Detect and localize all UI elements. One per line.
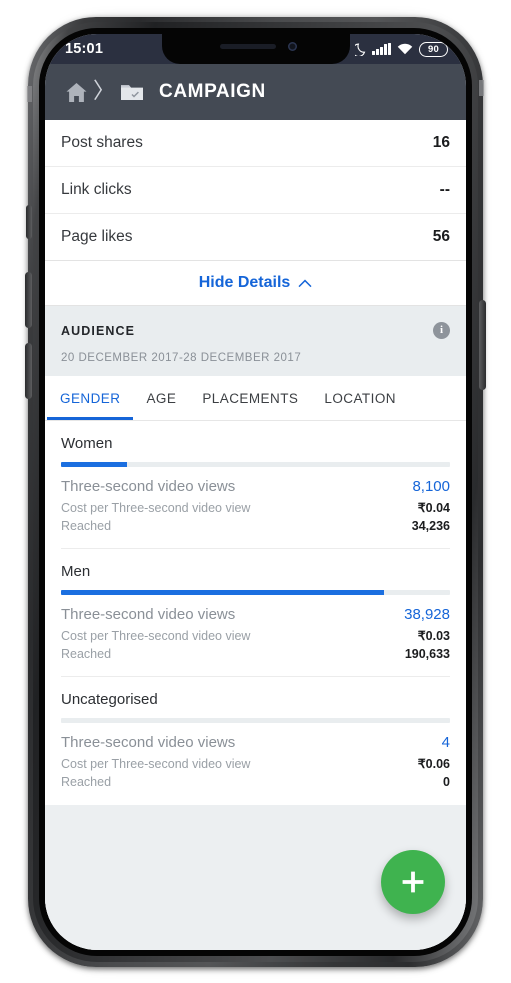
wifi-icon — [397, 43, 413, 55]
metric-value: -- — [439, 181, 450, 198]
progress-bar-track — [61, 718, 450, 723]
volume-down-button[interactable] — [25, 343, 32, 399]
silent-switch-button[interactable] — [26, 205, 32, 239]
stat-row: Cost per Three-second video view ₹0.04 — [61, 500, 450, 519]
stat-label: Cost per Three-second video view — [61, 629, 251, 643]
gender-group-women: Women Three-second video views 8,100 Cos… — [45, 421, 466, 549]
metric-label: Link clicks — [61, 181, 132, 198]
power-button[interactable] — [479, 300, 486, 390]
stat-row: Three-second video views 38,928 — [61, 606, 450, 628]
stat-row: Cost per Three-second video view ₹0.03 — [61, 628, 450, 647]
stat-label: Cost per Three-second video view — [61, 501, 251, 515]
table-row[interactable]: Page likes 56 — [45, 214, 466, 261]
stat-row: Reached 34,236 — [61, 519, 450, 537]
phone-screen: 15:01 90 〉 CAMPAIGN Post shares 16 Link … — [45, 34, 466, 950]
stat-value: 190,633 — [404, 647, 450, 661]
group-label: Women — [61, 435, 113, 452]
home-icon[interactable] — [61, 77, 91, 107]
metric-label: Post shares — [61, 134, 143, 151]
hide-details-button[interactable]: Hide Details — [45, 261, 466, 306]
stat-value: 4 — [441, 734, 450, 751]
stat-value: 8,100 — [412, 478, 450, 495]
tab-age[interactable]: AGE — [133, 376, 189, 420]
audience-section-title: AUDIENCE — [61, 323, 136, 338]
stat-value: ₹0.03 — [417, 629, 450, 643]
stat-label: Three-second video views — [61, 734, 236, 751]
status-bar-indicators: 90 — [355, 41, 448, 57]
stat-label: Three-second video views — [61, 606, 236, 623]
group-label: Uncategorised — [61, 691, 158, 708]
group-label: Men — [61, 563, 91, 580]
plus-icon — [402, 871, 424, 893]
screenshot-stage: 15:01 90 〉 CAMPAIGN Post shares 16 Link … — [0, 0, 511, 983]
stat-value: ₹0.06 — [417, 757, 450, 771]
antenna-line-right — [479, 80, 484, 96]
info-icon[interactable]: i — [433, 322, 450, 339]
gender-group-men: Men Three-second video views 38,928 Cost… — [45, 549, 466, 677]
signal-bars-icon — [372, 42, 391, 55]
metric-value: 56 — [432, 228, 450, 245]
stat-label: Reached — [61, 519, 112, 533]
audience-tabs: GENDER AGE PLACEMENTS LOCATION — [45, 376, 466, 421]
moon-icon — [355, 43, 366, 56]
add-button[interactable] — [381, 850, 445, 914]
hide-details-label: Hide Details — [198, 274, 291, 291]
audience-header-row: AUDIENCE i — [61, 322, 450, 339]
table-row[interactable]: Post shares 16 — [45, 120, 466, 167]
page-title: CAMPAIGN — [159, 81, 266, 102]
stat-row: Three-second video views 4 — [61, 734, 450, 756]
stat-row: Reached 0 — [61, 775, 450, 793]
stat-value: 34,236 — [411, 519, 450, 533]
folder-check-icon[interactable] — [117, 77, 147, 107]
stat-row: Cost per Three-second video view ₹0.06 — [61, 756, 450, 775]
stat-label: Cost per Three-second video view — [61, 757, 251, 771]
device-notch — [161, 34, 350, 64]
antenna-line-left — [27, 86, 32, 102]
table-row[interactable]: Link clicks -- — [45, 167, 466, 214]
front-camera — [287, 42, 297, 51]
volume-up-button[interactable] — [25, 272, 32, 328]
breadcrumb-separator: 〉 — [93, 78, 116, 103]
stat-row: Reached 190,633 — [61, 647, 450, 665]
app-bar: 〉 CAMPAIGN — [45, 64, 466, 120]
earpiece-speaker — [219, 44, 276, 49]
scroll-content[interactable]: Post shares 16 Link clicks -- Page likes… — [45, 120, 466, 950]
progress-bar-track — [61, 590, 450, 595]
metric-value: 16 — [432, 134, 450, 151]
metric-label: Page likes — [61, 228, 133, 245]
battery-indicator: 90 — [419, 41, 448, 57]
audience-header: AUDIENCE i 20 DECEMBER 2017-28 DECEMBER … — [45, 306, 466, 376]
tab-gender[interactable]: GENDER — [47, 376, 134, 420]
stat-value: ₹0.04 — [417, 501, 450, 515]
stat-value: 0 — [443, 775, 450, 789]
progress-bar-fill — [61, 590, 384, 595]
gender-group-uncategorised: Uncategorised Three-second video views 4… — [45, 677, 466, 805]
status-bar-clock: 15:01 — [65, 41, 104, 57]
progress-bar-track — [61, 462, 450, 467]
tab-placements[interactable]: PLACEMENTS — [189, 376, 311, 420]
audience-date-range: 20 DECEMBER 2017-28 DECEMBER 2017 — [61, 352, 302, 364]
stat-value: 38,928 — [404, 606, 450, 623]
stat-label: Reached — [61, 647, 112, 661]
stat-label: Three-second video views — [61, 478, 236, 495]
chevron-up-icon — [298, 279, 312, 287]
metrics-card: Post shares 16 Link clicks -- Page likes… — [45, 120, 466, 306]
tab-location[interactable]: LOCATION — [311, 376, 409, 420]
stat-label: Reached — [61, 775, 112, 789]
stat-row: Three-second video views 8,100 — [61, 478, 450, 500]
progress-bar-fill — [61, 462, 128, 467]
